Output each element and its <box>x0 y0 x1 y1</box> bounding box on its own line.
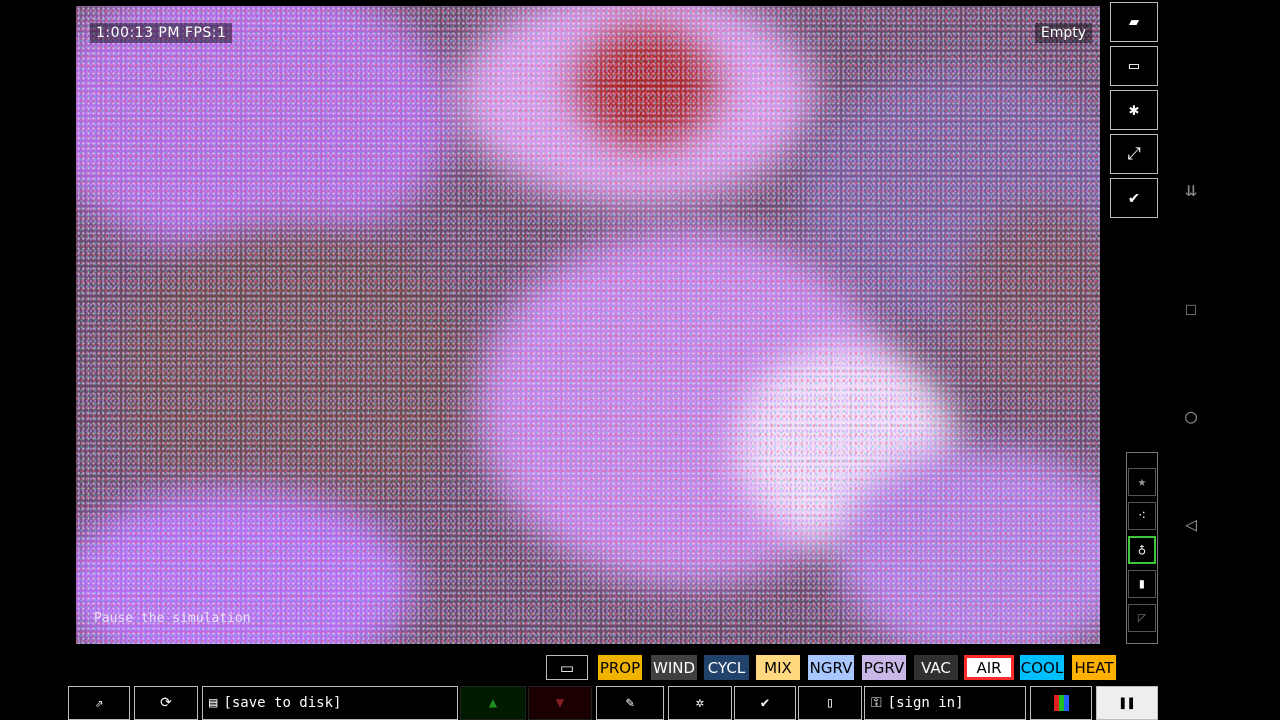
bookmark-button[interactable]: ▮ <box>1128 570 1156 598</box>
upvote-button[interactable]: ▲ <box>460 686 526 720</box>
settings-icon: ✱ <box>1128 100 1140 120</box>
mode-air-button[interactable]: AIR <box>964 655 1014 680</box>
particles-icon: ⁖ <box>1137 508 1147 524</box>
report-bug-button[interactable]: ✲ <box>668 686 732 720</box>
mode-prop-button[interactable]: PROP <box>598 655 642 680</box>
save-button[interactable]: ▤ [save to disk] <box>202 686 458 720</box>
line-tool-icon: ⤢ <box>1127 144 1141 164</box>
favorites-button[interactable]: ★ <box>1128 468 1156 496</box>
bug-icon: ✲ <box>695 695 705 711</box>
favorites-icon: ★ <box>1137 474 1147 490</box>
decor-icon: ◸ <box>1137 610 1147 626</box>
home-icon[interactable]: ○ <box>1178 403 1204 429</box>
back-icon[interactable]: ◁ <box>1178 511 1204 537</box>
mode-ngrv-button[interactable]: NGRV <box>808 655 854 680</box>
new-simulation-button[interactable]: ▯ <box>798 686 862 720</box>
reload-button[interactable]: ⟳ <box>134 686 198 720</box>
pause-icon: ❚❚ <box>1118 695 1136 711</box>
render-options-button[interactable] <box>1030 686 1092 720</box>
upvote-icon: ▲ <box>488 695 498 711</box>
tags-button[interactable]: ✎ <box>596 686 664 720</box>
mode-cycl-button[interactable]: CYCL <box>704 655 749 680</box>
check-tool-button[interactable]: ✔ <box>1110 178 1158 218</box>
settings-button[interactable]: ✱ <box>1110 90 1158 130</box>
time-fps-readout: 1:00:13 PM FPS:1 <box>90 23 233 43</box>
line-tool-button[interactable]: ⤢ <box>1110 134 1158 174</box>
reload-icon: ⟳ <box>160 695 172 711</box>
sign-in-button[interactable]: ⚿ [sign in] <box>864 686 1026 720</box>
open-icon: ⇗ <box>94 695 104 711</box>
mode-pgrv-button[interactable]: PGRV <box>862 655 906 680</box>
sign-in-label: [sign in] <box>887 695 964 711</box>
downvote-icon: ▼ <box>555 695 565 711</box>
simulation-canvas[interactable]: 1:00:13 PM FPS:1 Empty Pause the simulat… <box>76 6 1100 644</box>
tool-icon: ♁ <box>1137 542 1147 558</box>
new-document-icon: ▯ <box>825 695 835 711</box>
check-icon: ✔ <box>760 695 770 711</box>
chat-icon: ▭ <box>559 658 575 677</box>
pause-button[interactable]: ❚❚ <box>1096 686 1158 720</box>
downvote-button[interactable]: ▼ <box>528 686 592 720</box>
open-save-button[interactable]: ⇗ <box>68 686 130 720</box>
recent-apps-icon[interactable]: ☐ <box>1178 295 1204 321</box>
nav-collapse-icon[interactable]: ⇊ <box>1178 176 1204 202</box>
save-label: [save to disk] <box>223 695 342 711</box>
eraser-icon: ▰ <box>1128 12 1140 32</box>
mode-cool-button[interactable]: COOL <box>1020 655 1064 680</box>
save-icon: ▤ <box>209 695 218 711</box>
chat-button[interactable]: ▭ <box>546 655 588 680</box>
tools-category-button[interactable]: ♁ <box>1128 536 1156 564</box>
eraser-tool-button[interactable]: ▰ <box>1110 2 1158 42</box>
bookmark-icon: ▮ <box>1137 576 1147 592</box>
render-icon <box>1053 695 1069 711</box>
mode-vac-button[interactable]: VAC <box>914 655 958 680</box>
check-tool-icon: ✔ <box>1128 188 1140 208</box>
tooltip-text: Pause the simulation <box>94 611 251 626</box>
mode-mix-button[interactable]: MIX <box>756 655 800 680</box>
particle-noise <box>76 6 1100 644</box>
hover-element-readout: Empty <box>1034 23 1092 43</box>
mode-heat-button[interactable]: HEAT <box>1072 655 1116 680</box>
decor-button[interactable]: ◸ <box>1128 604 1156 632</box>
key-icon: ⚿ <box>871 695 882 711</box>
particles-button[interactable]: ⁖ <box>1128 502 1156 530</box>
tag-icon: ✎ <box>625 695 635 711</box>
console-icon: ▭ <box>1128 56 1140 76</box>
mode-wind-button[interactable]: WIND <box>651 655 697 680</box>
console-button[interactable]: ▭ <box>1110 46 1158 86</box>
options-button[interactable]: ✔ <box>734 686 796 720</box>
